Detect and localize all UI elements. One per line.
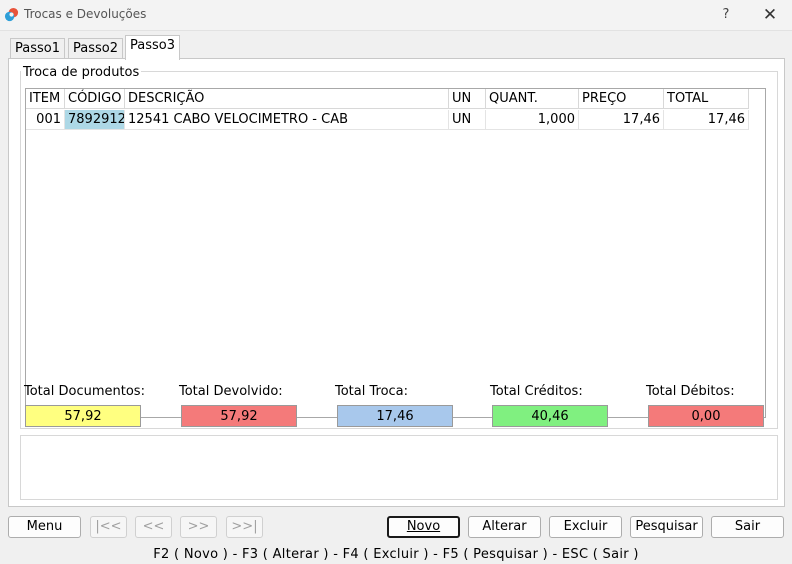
total-troca-label: Total Troca: (335, 384, 409, 399)
window-title: Trocas e Devoluções (24, 7, 147, 21)
alterar-button[interactable]: Alterar (468, 516, 541, 538)
menu-button-label: Menu (26, 519, 63, 534)
tab-passo1[interactable]: Passo1 (10, 38, 65, 59)
sair-button[interactable]: Sair (711, 516, 784, 538)
tab-passo2[interactable]: Passo2 (68, 38, 123, 59)
totals-panel (20, 435, 778, 500)
total-documentos-value: 57,92 (25, 405, 141, 427)
column-header-preco[interactable]: PREÇO (579, 89, 664, 109)
next-record-label: >> (187, 519, 210, 534)
group-label: Troca de produtos (21, 65, 142, 80)
last-record-button[interactable]: >>| (226, 516, 263, 538)
column-header-descricao[interactable]: DESCRIÇÃO (125, 89, 449, 109)
column-header-item[interactable]: ITEM (26, 89, 65, 109)
total-documentos-label: Total Documentos: (24, 384, 145, 399)
excluir-button-label: Excluir (563, 519, 608, 534)
pesquisar-button[interactable]: Pesquisar (630, 516, 703, 538)
column-header-total[interactable]: TOTAL (664, 89, 749, 109)
total-creditos-label: Total Créditos: (490, 384, 583, 399)
cell-total[interactable]: 17,46 (664, 110, 749, 130)
cell-preco[interactable]: 17,46 (579, 110, 664, 130)
cell-un[interactable]: UN (449, 110, 486, 130)
tab-panel: Troca de produtos ITEM CÓDIGO DESCRIÇÃO … (8, 58, 785, 507)
novo-button-label: Novo (406, 519, 441, 534)
next-record-button[interactable]: >> (180, 516, 217, 538)
total-debitos-value: 0,00 (648, 405, 764, 427)
close-button[interactable]: ✕ (756, 4, 784, 26)
cell-descricao[interactable]: 12541 CABO VELOCIMETRO - CAB (125, 110, 449, 130)
sair-button-label: Sair (734, 519, 761, 534)
first-record-button[interactable]: |<< (90, 516, 127, 538)
column-header-codigo[interactable]: CÓDIGO (65, 89, 125, 109)
total-devolvido-label: Total Devolvido: (179, 384, 283, 399)
menu-button[interactable]: Menu (8, 516, 81, 538)
products-grid[interactable]: ITEM CÓDIGO DESCRIÇÃO UN QUANT. PREÇO TO… (25, 88, 766, 418)
pesquisar-button-label: Pesquisar (635, 519, 698, 534)
cell-codigo[interactable]: 7892912 (65, 110, 125, 130)
previous-record-button[interactable]: << (135, 516, 172, 538)
app-icon (4, 7, 19, 22)
excluir-button[interactable]: Excluir (549, 516, 622, 538)
title-bar: Trocas e Devoluções ? ✕ (0, 0, 792, 31)
total-creditos-value: 40,46 (492, 405, 608, 427)
total-devolvido-value: 57,92 (181, 405, 297, 427)
alterar-button-label: Alterar (482, 519, 527, 534)
tab-passo3[interactable]: Passo3 (125, 35, 180, 60)
first-record-label: |<< (95, 519, 122, 534)
column-header-un[interactable]: UN (449, 89, 486, 109)
novo-button[interactable]: Novo (387, 516, 460, 538)
help-button[interactable]: ? (714, 4, 738, 26)
cell-quant[interactable]: 1,000 (486, 110, 579, 130)
column-header-quant[interactable]: QUANT. (486, 89, 579, 109)
cell-item[interactable]: 001 (26, 110, 65, 130)
previous-record-label: << (142, 519, 165, 534)
last-record-label: >>| (231, 519, 258, 534)
shortcut-bar: F2 ( Novo ) - F3 ( Alterar ) - F4 ( Excl… (153, 547, 639, 562)
total-troca-value: 17,46 (337, 405, 453, 427)
total-debitos-label: Total Débitos: (646, 384, 735, 399)
